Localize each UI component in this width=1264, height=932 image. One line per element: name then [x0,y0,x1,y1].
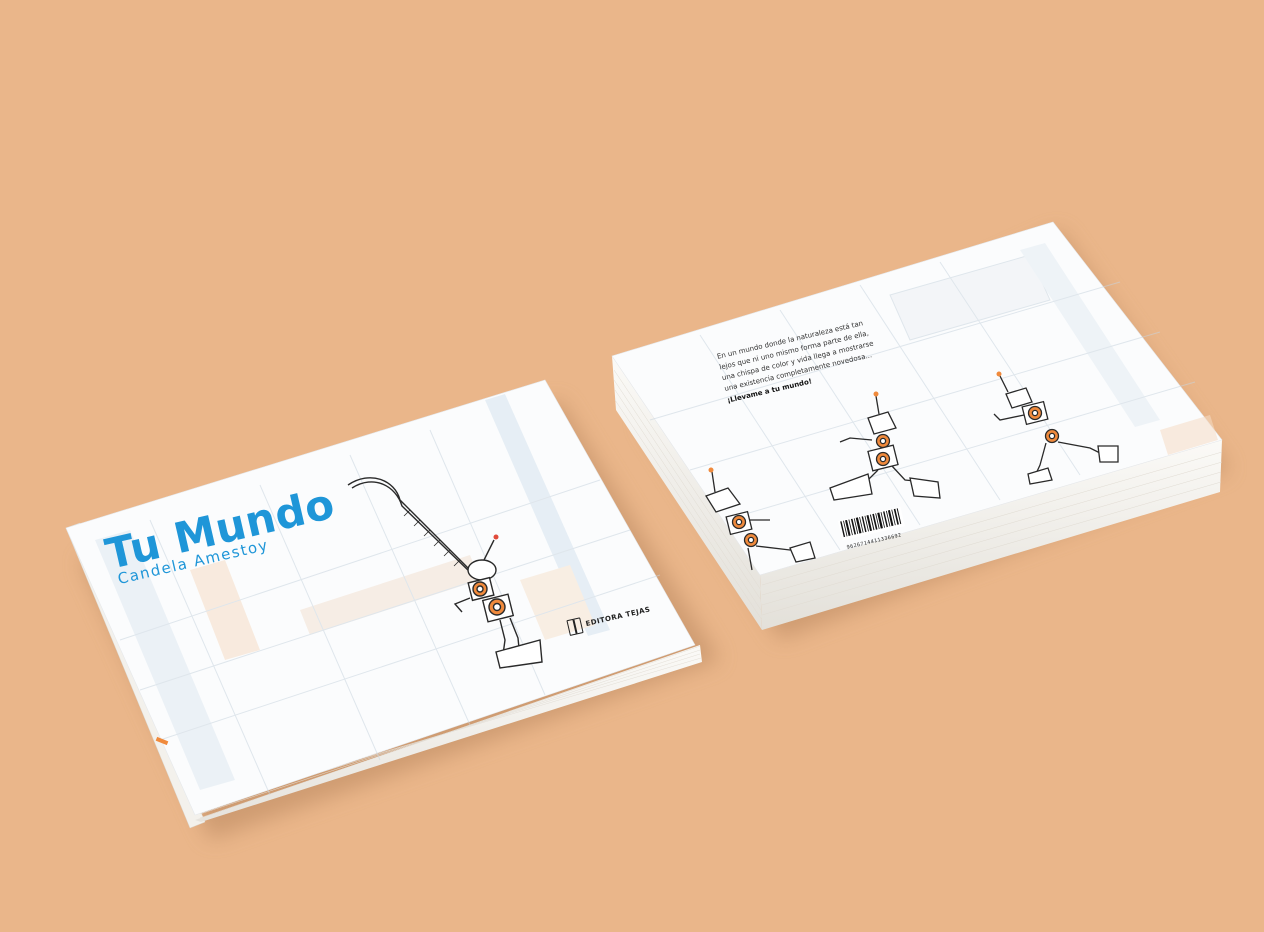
back-book [611,221,1230,640]
mockup-scene: Tu Mundo Candela Amestoy EDITORA TEJAS E… [0,0,1264,932]
